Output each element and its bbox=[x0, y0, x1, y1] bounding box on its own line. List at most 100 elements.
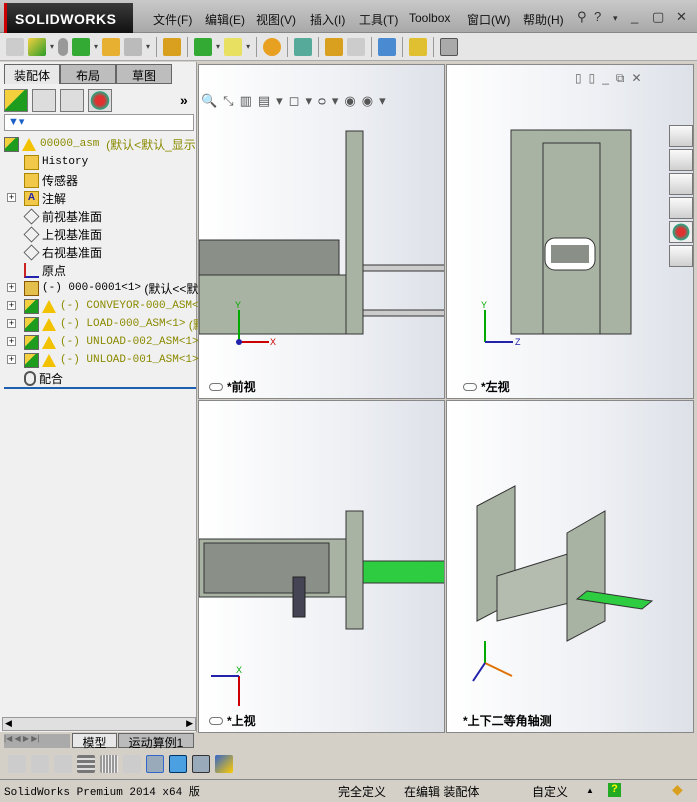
dropdown-icon[interactable]: ▾ bbox=[50, 42, 54, 51]
line-style-icon[interactable] bbox=[100, 755, 118, 773]
link-views-icon[interactable] bbox=[209, 716, 223, 725]
table-icon[interactable] bbox=[192, 755, 210, 773]
units-selector[interactable]: 自定义 bbox=[532, 783, 568, 800]
tree-item-subassembly[interactable]: (-) UNLOAD-001_ASM<1> bbox=[24, 351, 199, 369]
quick-tips-icon[interactable]: ? bbox=[608, 783, 621, 797]
link-views-icon[interactable] bbox=[463, 382, 477, 391]
assembly-features-icon[interactable] bbox=[194, 37, 213, 56]
show-hidden-icon[interactable] bbox=[163, 37, 182, 56]
new-motion-study-icon[interactable] bbox=[263, 37, 282, 56]
tree-item-origin[interactable]: 原点 bbox=[24, 261, 66, 279]
menu-tools[interactable]: 工具(T) bbox=[359, 11, 398, 28]
solidworks-logo[interactable]: SOLIDWORKS bbox=[4, 3, 133, 33]
custom-properties-icon[interactable] bbox=[669, 245, 693, 267]
viewport-left[interactable]: ▯▯_⧉✕ Y Z *左视 bbox=[446, 64, 694, 399]
exploded-view-icon[interactable] bbox=[325, 37, 344, 56]
viewport-window-controls[interactable]: ▯▯_⧉✕ bbox=[575, 71, 649, 86]
dropdown-icon[interactable]: ▾ bbox=[246, 42, 250, 51]
close-button[interactable]: ✕ bbox=[676, 9, 687, 25]
view-palette-icon[interactable] bbox=[669, 197, 693, 219]
viewport-front[interactable]: 🔍⤡▥▤▾◻▾ᴑ▾◉◉▾ Y X *前视 bbox=[198, 64, 445, 399]
clearance-verification-icon[interactable] bbox=[409, 37, 428, 56]
smart-fasteners-icon[interactable] bbox=[102, 37, 121, 56]
tab-sketch[interactable]: 草图 bbox=[116, 64, 172, 84]
explode-line-sketch-icon[interactable] bbox=[347, 37, 366, 56]
menu-view[interactable]: 视图(V) bbox=[256, 11, 296, 28]
layer-stack-icon[interactable] bbox=[31, 755, 49, 773]
expand-toggle[interactable]: + bbox=[7, 337, 16, 346]
rollback-bar[interactable] bbox=[4, 387, 196, 389]
help-icon[interactable]: ? bbox=[594, 9, 601, 24]
expand-panel-icon[interactable]: » bbox=[180, 92, 188, 108]
mate-icon[interactable] bbox=[58, 37, 69, 56]
expand-toggle[interactable]: + bbox=[7, 193, 16, 202]
menu-toolbox[interactable]: Toolbox bbox=[409, 11, 450, 25]
viewport-isometric[interactable]: *上下二等角轴测 bbox=[446, 400, 694, 733]
scroll-left-icon[interactable]: ◀ bbox=[5, 718, 12, 729]
tree-item-right-plane[interactable]: 右视基准面 bbox=[23, 243, 102, 261]
shaded-view-icon[interactable] bbox=[169, 755, 187, 773]
restore-button[interactable]: ▢ bbox=[652, 9, 664, 25]
link-views-icon[interactable] bbox=[209, 382, 223, 391]
tab-motion-study[interactable]: 运动算例1 bbox=[118, 733, 194, 750]
menu-file[interactable]: 文件(F) bbox=[153, 11, 192, 28]
tag-icon[interactable]: ◆ bbox=[672, 781, 683, 798]
edit-icon[interactable] bbox=[215, 755, 233, 773]
tree-item-front-plane[interactable]: 前视基准面 bbox=[23, 207, 102, 225]
tab-assembly[interactable]: 装配体 bbox=[4, 64, 60, 84]
insert-component-icon[interactable] bbox=[6, 37, 24, 56]
menu-help[interactable]: 帮助(H) bbox=[523, 11, 564, 28]
interference-detection-icon[interactable] bbox=[378, 37, 397, 56]
tree-item-subassembly[interactable]: (-) LOAD-000_ASM<1> (默 bbox=[24, 315, 205, 333]
property-manager-icon[interactable] bbox=[32, 89, 56, 112]
paint-icon[interactable] bbox=[54, 755, 72, 773]
expand-toggle[interactable]: + bbox=[7, 283, 16, 292]
expand-toggle[interactable]: + bbox=[7, 355, 16, 364]
menu-insert[interactable]: 插入(I) bbox=[310, 11, 345, 28]
expand-toggle[interactable]: + bbox=[7, 301, 16, 310]
tree-item-subassembly[interactable]: (-) CONVEYOR-000_ASM<1> bbox=[24, 297, 212, 315]
tree-item-mates[interactable]: 配合 bbox=[24, 369, 63, 387]
swap-icon[interactable] bbox=[123, 755, 141, 773]
viewport-top[interactable]: X *上视 bbox=[198, 400, 445, 733]
move-component-icon[interactable] bbox=[124, 37, 143, 56]
tab-layout[interactable]: 布局 bbox=[60, 64, 116, 84]
home-icon[interactable] bbox=[669, 125, 693, 147]
dropdown-icon[interactable]: ▾ bbox=[146, 42, 150, 51]
tree-item-root[interactable]: 00000_asm (默认<默认_显示 bbox=[4, 135, 196, 153]
linear-pattern-icon[interactable] bbox=[72, 37, 91, 56]
scroll-right-icon[interactable]: ▶ bbox=[186, 718, 193, 729]
bill-of-materials-icon[interactable] bbox=[294, 37, 313, 56]
dropdown-icon[interactable]: ▾ bbox=[94, 42, 98, 51]
instant3d-icon[interactable] bbox=[440, 37, 459, 56]
tree-filter-input[interactable]: ▼▾ bbox=[4, 114, 194, 131]
expand-toggle[interactable]: + bbox=[7, 319, 16, 328]
tab-navigation-arrows[interactable]: |◀ ◀ ▶ ▶| bbox=[4, 734, 70, 748]
menu-window[interactable]: 窗口(W) bbox=[467, 11, 510, 28]
line-thickness-icon[interactable] bbox=[77, 755, 95, 773]
new-part-icon[interactable] bbox=[28, 37, 46, 56]
appearances-icon[interactable] bbox=[669, 221, 693, 243]
tab-model[interactable]: 模型 bbox=[72, 733, 117, 750]
grid-snap-icon[interactable] bbox=[146, 755, 164, 773]
file-explorer-icon[interactable] bbox=[669, 173, 693, 195]
help-dropdown-icon[interactable]: ▾ bbox=[613, 13, 618, 24]
feature-manager-icon[interactable] bbox=[4, 89, 28, 112]
horizontal-scrollbar[interactable]: ◀ ▶ bbox=[2, 717, 196, 731]
tree-item-top-plane[interactable]: 上视基准面 bbox=[23, 225, 102, 243]
layer-icon[interactable] bbox=[8, 755, 26, 773]
tree-item-sensors[interactable]: 传感器 bbox=[24, 171, 78, 189]
design-library-icon[interactable] bbox=[669, 149, 693, 171]
menu-edit[interactable]: 编辑(E) bbox=[205, 11, 245, 28]
pin-icon[interactable]: ⚲ bbox=[577, 9, 587, 25]
reference-geometry-icon[interactable] bbox=[224, 37, 243, 56]
tree-item-history[interactable]: History bbox=[24, 153, 88, 171]
units-dropdown-icon[interactable]: ▲ bbox=[586, 786, 594, 795]
tree-item-component[interactable]: (-) 000-0001<1> (默认<<默 bbox=[24, 279, 198, 297]
tree-item-annotations[interactable]: A 注解 bbox=[24, 189, 66, 207]
tree-item-subassembly[interactable]: (-) UNLOAD-002_ASM<1> bbox=[24, 333, 199, 351]
display-manager-icon[interactable] bbox=[88, 89, 112, 112]
dropdown-icon[interactable]: ▾ bbox=[216, 42, 220, 51]
heads-up-view-toolbar[interactable]: 🔍⤡▥▤▾◻▾ᴑ▾◉◉▾ bbox=[201, 93, 392, 109]
configuration-manager-icon[interactable] bbox=[60, 89, 84, 112]
